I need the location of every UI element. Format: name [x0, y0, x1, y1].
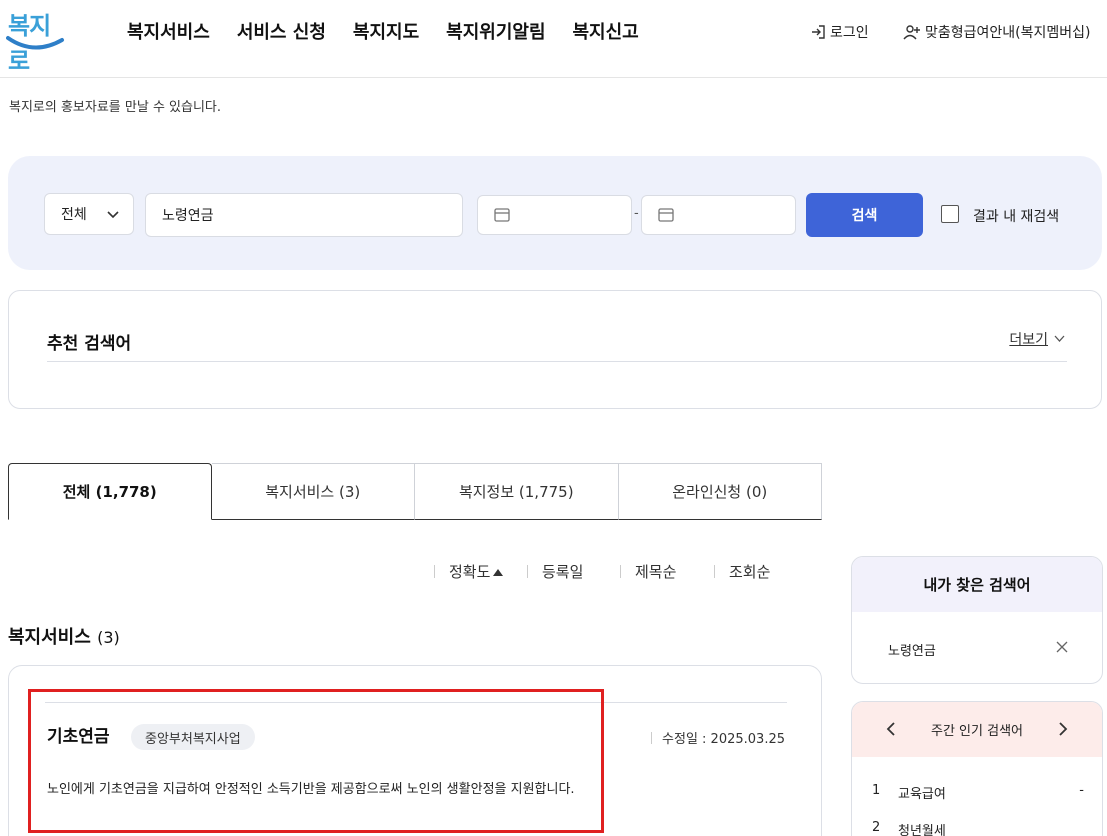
sort-views-label: 조회순: [729, 563, 771, 581]
highlight-box: [28, 689, 604, 833]
page-subtitle: 복지로의 홍보자료를 만날 수 있습니다.: [9, 100, 222, 115]
popular-item[interactable]: 2 청년월세: [872, 820, 1084, 836]
popular-word: 청년월세: [898, 824, 946, 836]
tab-online-apply[interactable]: 온라인신청 (0): [618, 463, 822, 520]
date-separator: -: [634, 206, 639, 221]
popular-change: [1070, 820, 1084, 836]
login-link[interactable]: 로그인: [810, 22, 869, 42]
popular-title: 주간 인기 검색어: [931, 724, 1023, 739]
main-nav: 복지서비스 서비스 신청 복지지도 복지위기알림 복지신고: [127, 18, 666, 44]
sort-registered-label: 등록일: [542, 563, 584, 581]
end-date-input[interactable]: [641, 195, 796, 235]
chevron-left-icon[interactable]: [886, 722, 895, 736]
category-select[interactable]: 전체: [44, 193, 134, 235]
tab-welfare-service[interactable]: 복지서비스 (3): [211, 463, 415, 520]
calendar-icon: [494, 208, 510, 222]
result-tabs: 전체 (1,778) 복지서비스 (3) 복지정보 (1,775) 온라인신청 …: [8, 463, 822, 520]
research-checkbox[interactable]: [941, 205, 959, 223]
popular-header: 주간 인기 검색어: [852, 702, 1102, 757]
popular-word: 교육급여: [898, 787, 946, 802]
nav-service-apply[interactable]: 서비스 신청: [237, 18, 326, 44]
section-title: 복지서비스 (3): [8, 623, 120, 649]
popular-item[interactable]: 1 교육급여 -: [872, 783, 1084, 802]
user-plus-icon: [903, 25, 920, 40]
tab-welfare-info[interactable]: 복지정보 (1,775): [415, 463, 619, 520]
sort-views[interactable]: 조회순: [714, 561, 770, 582]
more-button[interactable]: 더보기: [1009, 329, 1065, 349]
search-panel: 전체 노령연금 - 검색 결과 내 재검색: [8, 156, 1102, 270]
research-label: 결과 내 재검색: [973, 209, 1060, 225]
recommended-keywords-panel: 추천 검색어 더보기: [8, 290, 1102, 409]
nav-welfare-service[interactable]: 복지서비스: [127, 18, 210, 44]
site-header: 복지로 복지서비스 서비스 신청 복지지도 복지위기알림 복지신고 로그인 맞춤…: [0, 0, 1107, 78]
keyword-input[interactable]: 노령연금: [145, 193, 463, 237]
result-modified-date: 수정일 : 2025.03.25: [651, 728, 785, 747]
popular-change: -: [1079, 783, 1084, 798]
my-searches-title: 내가 찾은 검색어: [852, 557, 1102, 612]
popular-rank: 1: [872, 783, 881, 798]
category-select-value: 전체: [61, 207, 87, 223]
more-label: 더보기: [1009, 332, 1048, 348]
my-searches-panel: 내가 찾은 검색어 노령연금: [851, 556, 1103, 684]
login-icon: [812, 25, 825, 39]
start-date-input[interactable]: [477, 195, 632, 235]
section-title-text: 복지서비스: [8, 627, 91, 648]
my-search-keyword[interactable]: 노령연금: [888, 640, 936, 659]
chevron-right-icon[interactable]: [1059, 722, 1068, 736]
membership-label: 맞춤형급여안내(복지멤버십): [925, 25, 1091, 41]
logo-swoosh-icon: [6, 36, 64, 50]
sort-accuracy[interactable]: 정확도: [434, 561, 504, 582]
sort-title-label: 제목순: [635, 563, 677, 581]
divider: [47, 361, 1067, 362]
search-button[interactable]: 검색: [806, 193, 923, 237]
chevron-down-icon: [1054, 335, 1065, 342]
membership-link[interactable]: 맞춤형급여안내(복지멤버십): [903, 22, 1090, 42]
recommended-title: 추천 검색어: [47, 334, 132, 354]
sort-accuracy-label: 정확도: [449, 563, 491, 581]
nav-welfare-map[interactable]: 복지지도: [353, 18, 419, 44]
caret-up-icon: [493, 568, 504, 576]
login-label: 로그인: [830, 25, 869, 41]
section-count: (3): [97, 628, 120, 647]
nav-report[interactable]: 복지신고: [573, 18, 639, 44]
nav-crisis-alert[interactable]: 복지위기알림: [446, 18, 545, 44]
popular-keywords-panel: 주간 인기 검색어 1 교육급여 - 2 청년월세: [851, 701, 1103, 836]
chevron-down-icon: [107, 211, 119, 219]
sort-registered[interactable]: 등록일: [527, 561, 583, 582]
close-icon[interactable]: [1056, 641, 1068, 653]
calendar-icon: [658, 208, 674, 222]
tab-all[interactable]: 전체 (1,778): [8, 463, 212, 520]
site-logo[interactable]: 복지로: [6, 6, 66, 75]
popular-rank: 2: [872, 820, 881, 835]
sort-title[interactable]: 제목순: [620, 561, 676, 582]
